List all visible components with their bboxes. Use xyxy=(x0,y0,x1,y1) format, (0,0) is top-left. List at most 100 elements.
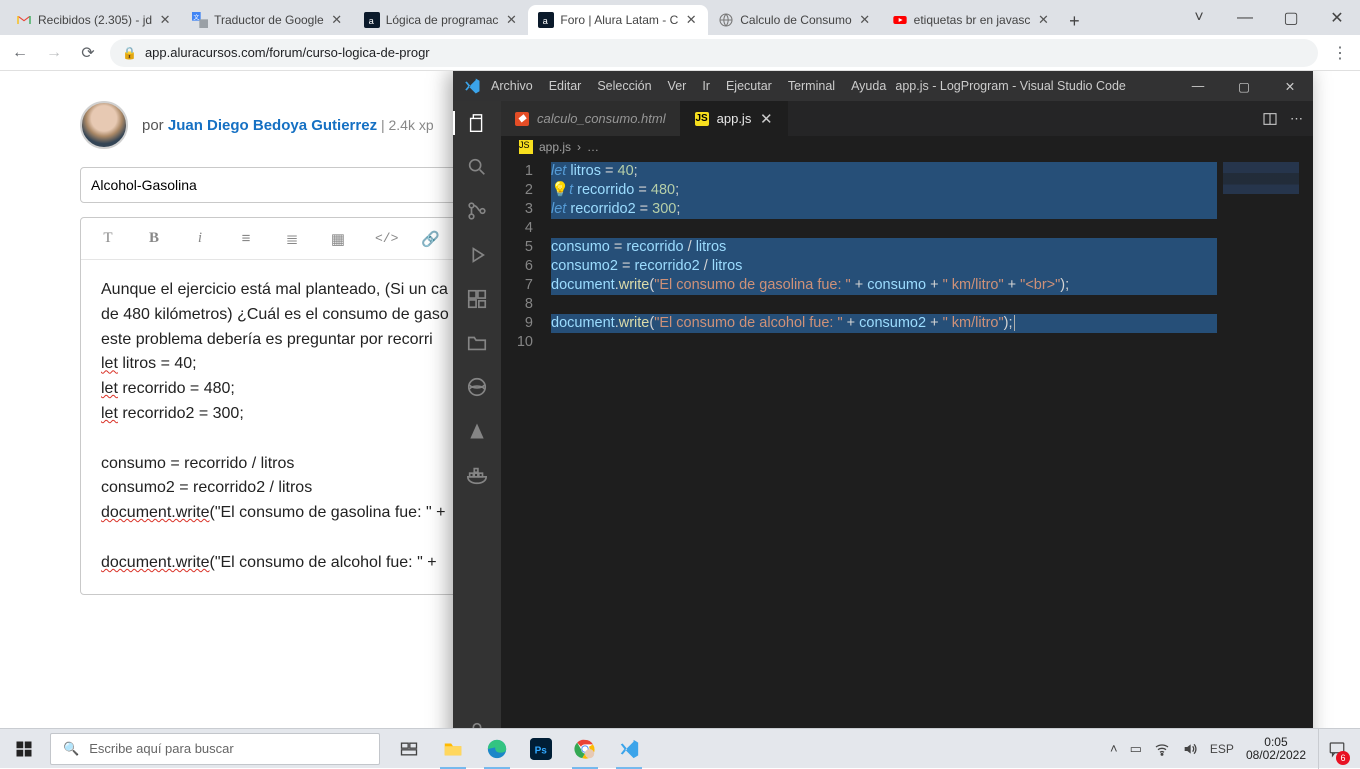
search-placeholder: Escribe aquí para buscar xyxy=(89,741,234,756)
nav-back[interactable]: ← xyxy=(8,41,32,65)
tab-favicon xyxy=(16,12,32,28)
tab-close-icon[interactable]: ✕ xyxy=(759,112,773,126)
vscode-menu-item[interactable]: Selección xyxy=(597,79,651,93)
tray-battery-icon[interactable]: ▭ xyxy=(1130,741,1142,757)
more-actions-icon[interactable]: ⋯ xyxy=(1290,111,1303,127)
vscode-menu-item[interactable]: Editar xyxy=(549,79,582,93)
tab-close-icon[interactable]: ✕ xyxy=(858,13,872,27)
env-icon[interactable] xyxy=(465,375,489,399)
chrome-tab[interactable]: etiquetas br en javasc ✕ xyxy=(882,5,1061,35)
photoshop-app-icon[interactable]: Ps xyxy=(520,729,562,769)
vscode-menu-item[interactable]: Ver xyxy=(668,79,687,93)
scm-icon[interactable] xyxy=(465,199,489,223)
vscode-window: Archivo Editar Selección Ver Ir Ejecutar Termi… xyxy=(453,71,1313,728)
breadcrumb[interactable]: JS app.js › … xyxy=(501,136,1313,158)
tab-close-icon[interactable]: ✕ xyxy=(158,13,172,27)
chrome-minimize[interactable]: — xyxy=(1222,0,1268,35)
docker-icon[interactable] xyxy=(465,463,489,487)
chrome-new-tab[interactable]: + xyxy=(1060,7,1088,35)
tab-close-icon[interactable]: ✕ xyxy=(684,13,698,27)
taskbar-search[interactable]: 🔍 Escribe aquí para buscar xyxy=(50,733,380,765)
omnibox-url: app.aluracursos.com/forum/curso-logica-d… xyxy=(145,45,430,60)
breadcrumb-file: app.js xyxy=(539,140,571,154)
vscode-app-icon[interactable] xyxy=(608,729,650,769)
task-icons: Ps xyxy=(388,729,650,769)
chrome-app-icon[interactable] xyxy=(564,729,606,769)
breadcrumb-more: … xyxy=(587,140,599,154)
tray-chevron-icon[interactable]: ˄ xyxy=(1110,741,1118,756)
tray-lang[interactable]: ESP xyxy=(1210,742,1234,756)
tb-italic[interactable]: i xyxy=(191,230,209,247)
tab-favicon: a xyxy=(538,12,554,28)
tab-title: Recibidos (2.305) - jd xyxy=(38,13,152,27)
tray-clock[interactable]: 0:05 08/02/2022 xyxy=(1246,736,1306,762)
tab-close-icon[interactable]: ✕ xyxy=(330,13,344,27)
vscode-menu-item[interactable]: Ejecutar xyxy=(726,79,772,93)
vscode-min[interactable]: — xyxy=(1175,71,1221,101)
chrome-close[interactable]: ✕ xyxy=(1314,0,1360,35)
azure-icon[interactable] xyxy=(465,419,489,443)
folder-icon[interactable] xyxy=(465,331,489,355)
tab-close-icon[interactable]: ✕ xyxy=(504,13,518,27)
page-content: por Juan Diego Bedoya Gutierrez | 2.4k x… xyxy=(0,71,1360,728)
tb-code[interactable]: </> xyxy=(375,231,393,246)
js-file-icon: JS xyxy=(519,140,533,154)
vscode-menu-item[interactable]: Terminal xyxy=(788,79,835,93)
task-view-icon[interactable] xyxy=(388,729,430,769)
chrome-tab[interactable]: 文Traductor de Google✕ xyxy=(182,5,354,35)
tb-table[interactable]: ▦ xyxy=(329,230,347,248)
html-file-icon: ◆ xyxy=(515,112,529,126)
taskbar: 🔍 Escribe aquí para buscar Ps ˄ ▭ ESP 0:… xyxy=(0,728,1360,768)
tb-link[interactable]: 🔗 xyxy=(421,230,439,248)
author-link[interactable]: Juan Diego Bedoya Gutierrez xyxy=(168,117,377,134)
extensions-icon[interactable] xyxy=(465,287,489,311)
chrome-tab[interactable]: aForo | Alura Latam - C✕ xyxy=(528,5,708,35)
explorer-icon[interactable] xyxy=(465,111,489,135)
chrome-tab[interactable]: Calculo de Consumo✕ xyxy=(708,5,881,35)
chrome-maximize[interactable]: ▢ xyxy=(1268,0,1314,35)
breadcrumb-sep: › xyxy=(577,140,581,154)
code-lines[interactable]: let litros = 40;💡t recorrido = 480;let r… xyxy=(545,158,1313,728)
gutter: 12345678910 xyxy=(501,158,545,728)
vscode-menu-item[interactable]: Archivo xyxy=(491,79,533,93)
editor-scrollbar[interactable] xyxy=(1299,158,1313,728)
nav-reload[interactable]: ⟳ xyxy=(76,41,100,65)
vscode-close[interactable]: ✕ xyxy=(1267,71,1313,101)
vscode-title-text: app.js - LogProgram - Visual Studio Code xyxy=(886,79,1175,93)
chrome-tab[interactable]: aLógica de programac✕ xyxy=(354,5,529,35)
debug-icon[interactable] xyxy=(465,243,489,267)
tab-title: etiquetas br en javasc xyxy=(914,13,1031,27)
edge-app-icon[interactable] xyxy=(476,729,518,769)
nav-forward[interactable]: → xyxy=(42,41,66,65)
vscode-titlebar[interactable]: Archivo Editar Selección Ver Ir Ejecutar Termi… xyxy=(453,71,1313,101)
account-icon[interactable] xyxy=(465,719,489,728)
tab-favicon xyxy=(892,12,908,28)
vscode-menu-item[interactable]: Ayuda xyxy=(851,79,886,93)
code-editor[interactable]: 12345678910 let litros = 40;💡t recorrido… xyxy=(501,158,1313,728)
tray-volume-icon[interactable] xyxy=(1182,741,1198,757)
chrome-chevron[interactable]: ˅ xyxy=(1176,0,1222,35)
chrome-tab[interactable]: Recibidos (2.305) - jd ✕ xyxy=(6,5,182,35)
tb-ol[interactable]: ≡ xyxy=(237,230,255,247)
chrome-menu-icon[interactable]: ⋮ xyxy=(1328,41,1352,65)
editor-tab[interactable]: JSapp.js✕ xyxy=(681,101,789,136)
tb-textstyle[interactable]: T xyxy=(99,230,117,247)
vscode-menu-item[interactable]: Ir xyxy=(702,79,710,93)
explorer-app-icon[interactable] xyxy=(432,729,474,769)
editor-tab[interactable]: ◆calculo_consumo.html xyxy=(501,101,681,136)
js-file-icon: JS xyxy=(695,112,709,126)
tb-ul[interactable]: ≣ xyxy=(283,230,301,248)
action-center-icon[interactable]: 6 xyxy=(1318,729,1354,769)
byline: por Juan Diego Bedoya Gutierrez | 2.4k x… xyxy=(142,117,434,134)
vscode-logo-icon xyxy=(463,77,481,95)
tab-close-icon[interactable]: ✕ xyxy=(1036,13,1050,27)
author-xp: | 2.4k xp xyxy=(377,117,434,133)
tb-bold[interactable]: B xyxy=(145,230,163,247)
vscode-menu: Archivo Editar Selección Ver Ir Ejecutar Termi… xyxy=(491,79,886,93)
tray-wifi-icon[interactable] xyxy=(1154,741,1170,757)
omnibox[interactable]: 🔒 app.aluracursos.com/forum/curso-logica… xyxy=(110,39,1318,67)
vscode-max[interactable]: ▢ xyxy=(1221,71,1267,101)
start-button[interactable] xyxy=(0,729,48,769)
search-icon[interactable] xyxy=(465,155,489,179)
split-editor-icon[interactable] xyxy=(1262,111,1278,127)
